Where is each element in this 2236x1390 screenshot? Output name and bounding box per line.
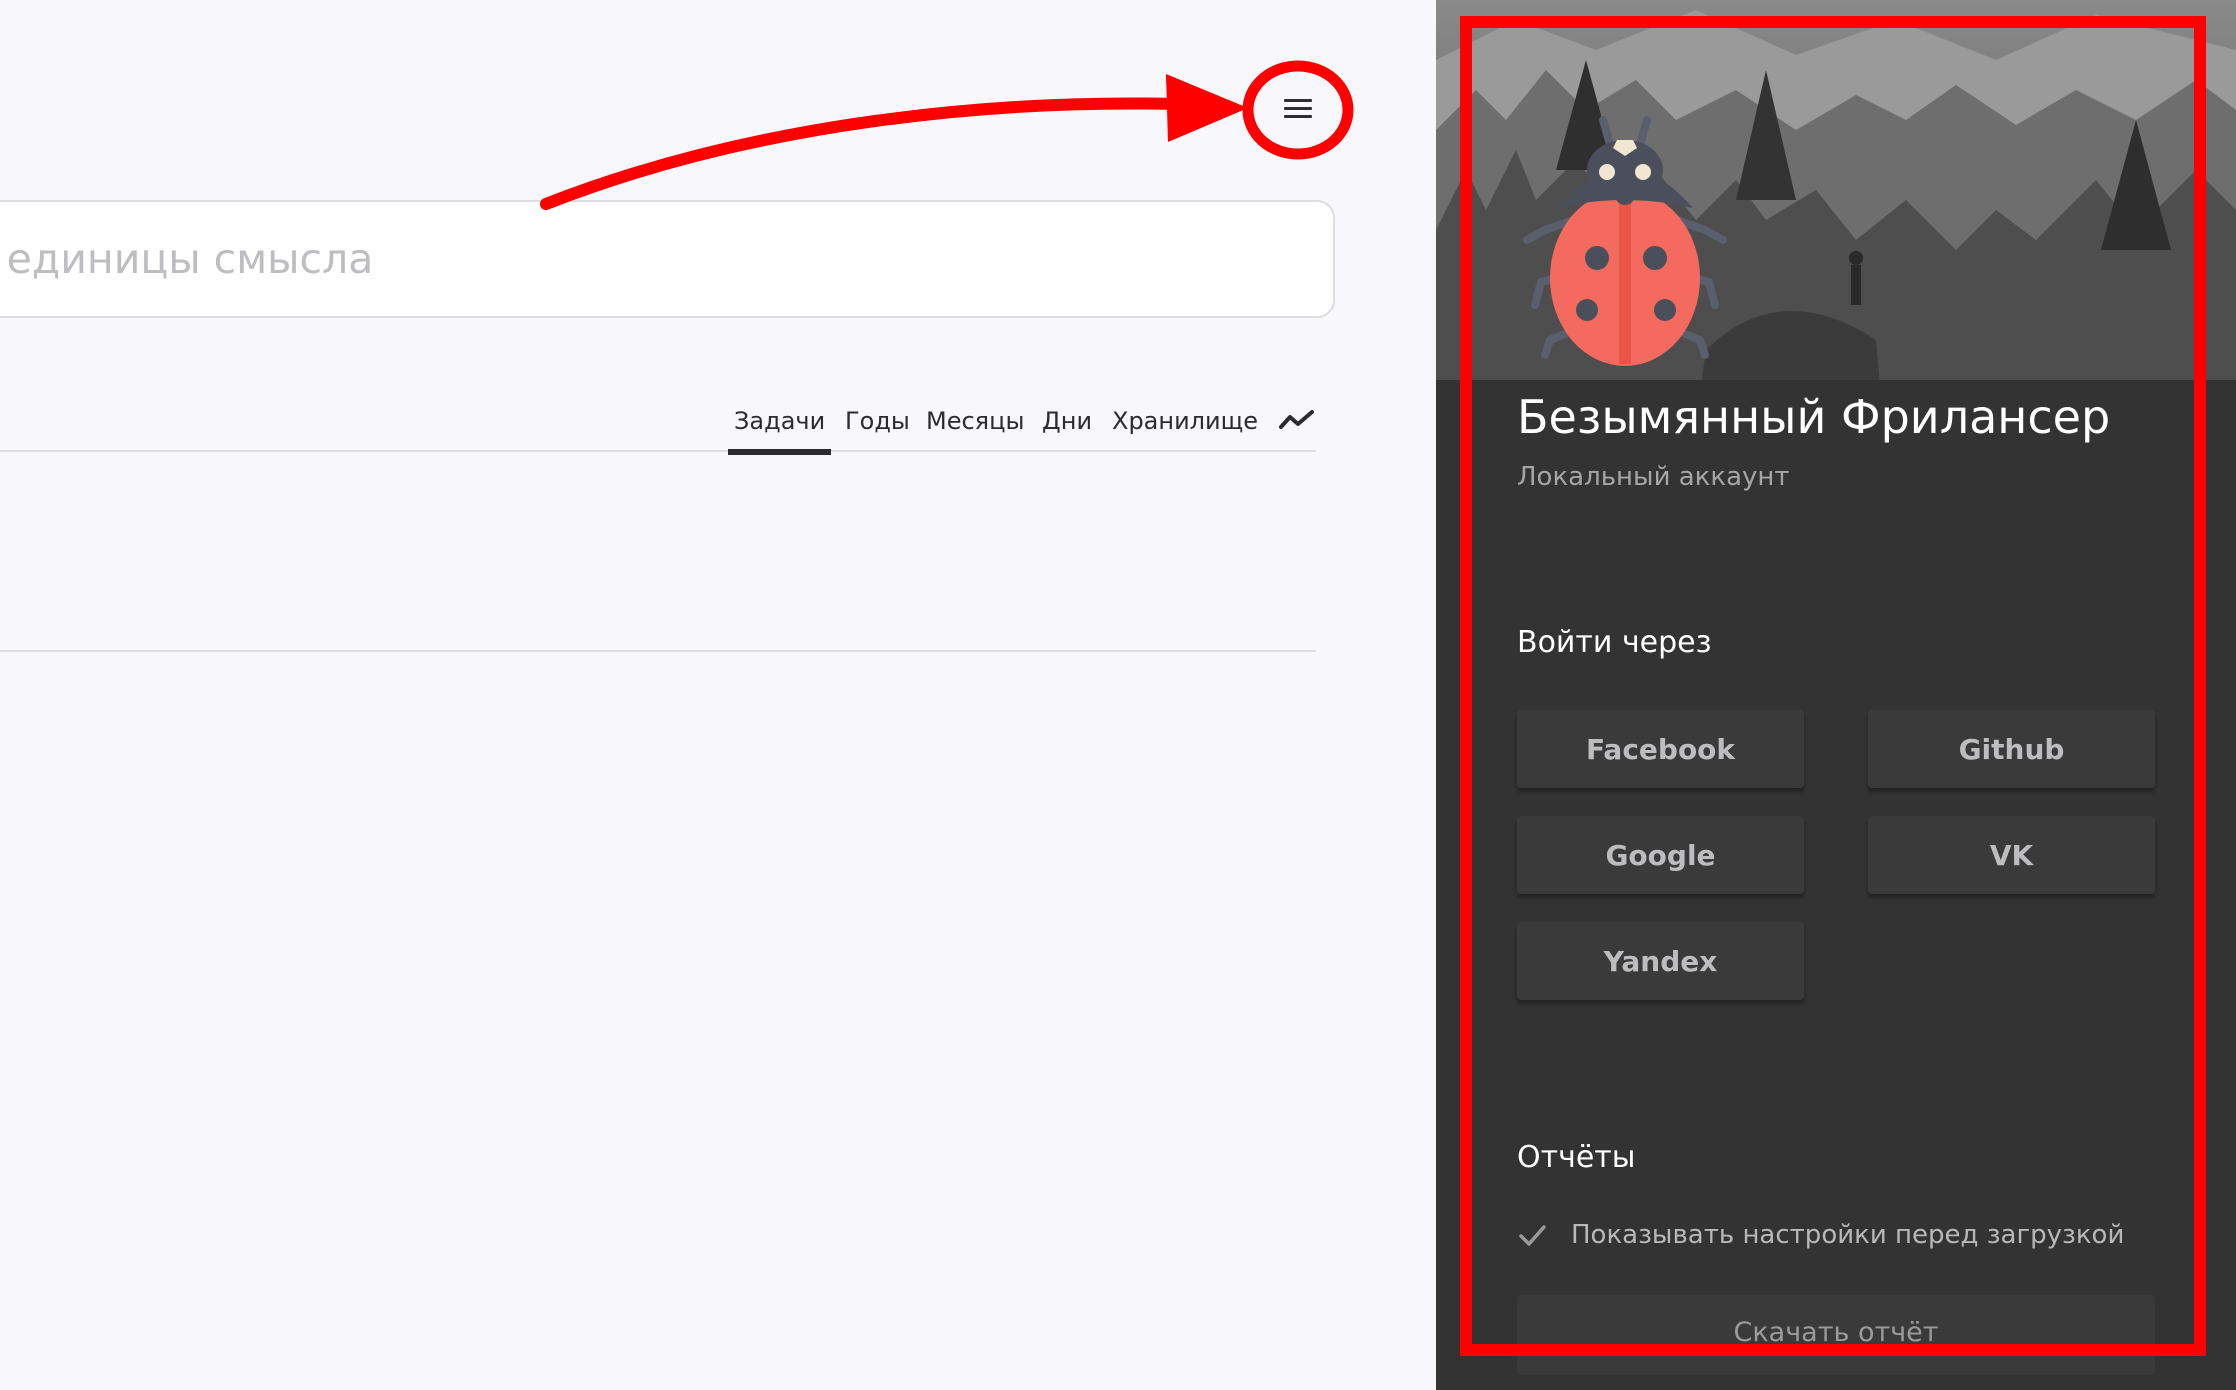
view-tabs: Задачи Годы Месяцы Дни Хранилище <box>0 395 1316 455</box>
tab-days[interactable]: Дни <box>1042 407 1092 435</box>
login-section-title: Войти через <box>1517 625 1712 660</box>
download-report-label: Скачать отчёт <box>1733 1317 1939 1348</box>
tab-tasks[interactable]: Задачи <box>727 407 832 455</box>
download-report-button[interactable]: Скачать отчёт <box>1517 1295 2155 1375</box>
tab-storage[interactable]: Хранилище <box>1112 407 1258 435</box>
yandex-login-button[interactable]: Yandex <box>1517 922 1804 1000</box>
account-type: Локальный аккаунт <box>1517 462 1790 492</box>
github-login-button[interactable]: Github <box>1868 710 2155 788</box>
trend-line-icon[interactable] <box>1278 407 1316 433</box>
hamburger-menu-icon[interactable] <box>1270 80 1326 136</box>
ladybug-icon <box>1523 116 1727 366</box>
search-input[interactable] <box>2 202 1302 316</box>
reports-section-title: Отчёты <box>1517 1140 1636 1175</box>
show-settings-label: Показывать настройки перед загрузкой <box>1571 1220 2125 1250</box>
tab-months[interactable]: Месяцы <box>926 407 1024 435</box>
tab-years[interactable]: Годы <box>845 407 910 435</box>
user-name: Безымянный Фрилансер <box>1517 390 2111 444</box>
show-settings-toggle[interactable]: Показывать настройки перед загрузкой <box>1517 1218 2124 1252</box>
google-login-button[interactable]: Google <box>1517 816 1804 894</box>
facebook-login-button[interactable]: Facebook <box>1517 710 1804 788</box>
vk-login-button[interactable]: VK <box>1868 816 2155 894</box>
checkmark-icon <box>1519 1225 1546 1246</box>
content-divider <box>0 650 1316 652</box>
app-window: Задачи Годы Месяцы Дни Хранилище <box>0 0 2236 1390</box>
search-field[interactable] <box>0 200 1335 318</box>
